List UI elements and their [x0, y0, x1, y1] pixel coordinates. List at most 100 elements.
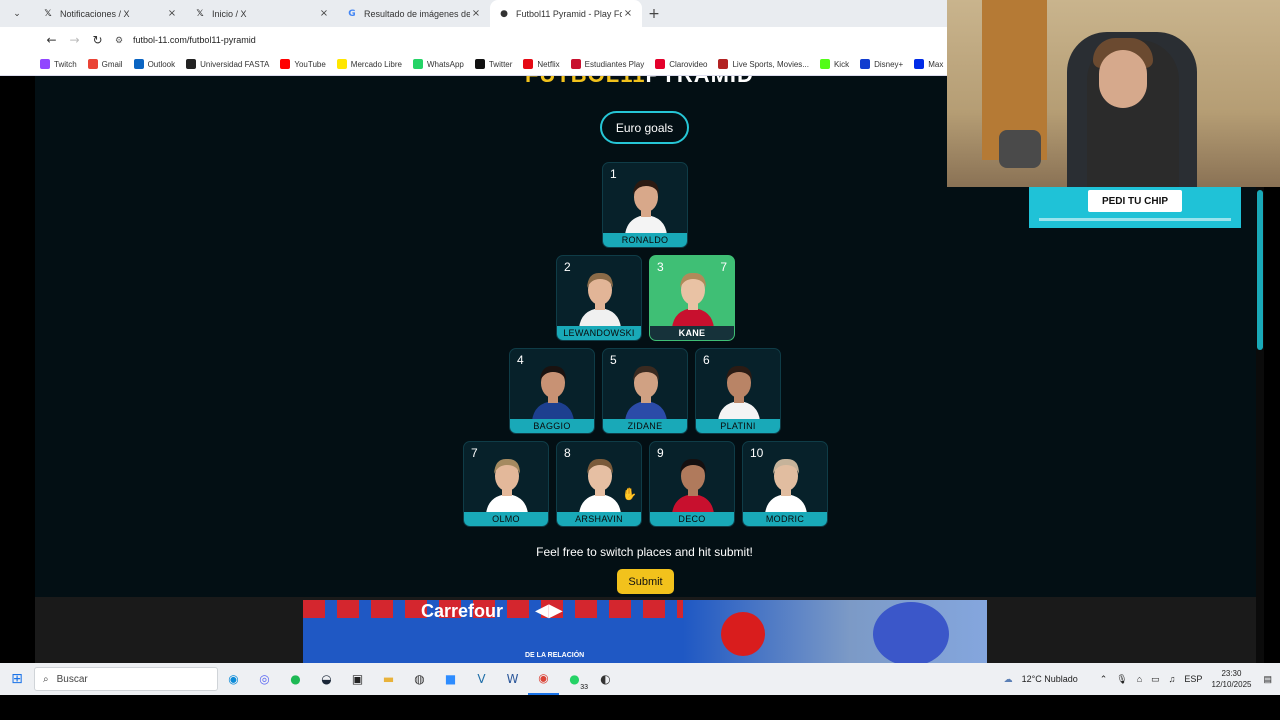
- player-card[interactable]: 9 DECO: [649, 441, 735, 527]
- bookmark-max[interactable]: Max: [914, 59, 943, 69]
- volume-icon[interactable]: ♫: [1169, 674, 1176, 684]
- tab-notificaciones[interactable]: 𝕏 Notificaciones / X ×: [34, 0, 186, 27]
- bookmark-kick[interactable]: Kick: [819, 59, 849, 69]
- bookmark-estudiantes-play[interactable]: Estudiantes Play: [570, 59, 645, 69]
- whatsapp-badge: 33: [580, 684, 588, 691]
- bookmark-youtube[interactable]: YouTube: [280, 59, 326, 69]
- card-player-name: RONALDO: [603, 233, 687, 247]
- tab-title: Futbol11 Pyramid - Play Footba: [516, 8, 622, 19]
- forward-arrow-icon[interactable]: →: [63, 33, 86, 47]
- tab-inicio[interactable]: 𝕏 Inicio / X ×: [186, 0, 338, 27]
- chevron-up-icon[interactable]: ⌃: [1100, 674, 1108, 685]
- weather-icon[interactable]: ☁: [1004, 674, 1013, 685]
- bookmark-label: Live Sports, Movies...: [732, 59, 809, 69]
- card-player-name: DECO: [650, 512, 734, 526]
- bookmark-label: Disney+: [874, 59, 904, 69]
- windows-start-icon[interactable]: ⊞: [0, 671, 34, 687]
- bookmark-label: Universidad FASTA: [200, 59, 270, 69]
- bookmark-netflix[interactable]: Netflix: [523, 59, 560, 69]
- estudiantes-icon: [570, 59, 581, 69]
- bookmark-label: Estudiantes Play: [584, 59, 645, 69]
- microphone-tray-icon[interactable]: 🎙: [1116, 674, 1127, 685]
- clock[interactable]: 23:30 12/10/2025: [1211, 668, 1251, 690]
- kick-icon: [819, 59, 830, 69]
- bookmark-label: WhatsApp: [426, 59, 464, 69]
- x-logo-icon: 𝕏: [196, 8, 204, 19]
- bookmark-twitter[interactable]: Twitter: [474, 59, 513, 69]
- player-card[interactable]: 7 OLMO: [463, 441, 549, 527]
- zoom-icon[interactable]: ■: [435, 663, 466, 695]
- bookmark-live-sports[interactable]: Live Sports, Movies...: [718, 59, 809, 69]
- word-icon[interactable]: W: [497, 663, 528, 695]
- bookmark-whatsapp[interactable]: WhatsApp: [412, 59, 464, 69]
- network-icon[interactable]: ⌂: [1137, 674, 1142, 684]
- tab-title: Resultado de imágenes de Goo: [364, 8, 470, 19]
- taskbar-search-box[interactable]: ⌕ Buscar: [34, 667, 218, 691]
- tab-google-images[interactable]: G Resultado de imágenes de Goo ×: [338, 0, 490, 27]
- scrollbar-thumb[interactable]: [1257, 190, 1263, 350]
- bookmark-clarovideo[interactable]: Clarovideo: [655, 59, 707, 69]
- tab-futbol11-pyramid[interactable]: ● Futbol11 Pyramid - Play Footba ×: [490, 0, 642, 27]
- epic-games-icon[interactable]: ▣: [342, 663, 373, 695]
- outlook-icon: [133, 59, 144, 69]
- close-tab-icon[interactable]: ×: [166, 8, 178, 19]
- netflix-icon: [523, 59, 534, 69]
- reload-icon[interactable]: ↻: [86, 33, 109, 47]
- carrefour-ad[interactable]: Carrefour ◀▶ DE LA RELACIÓN: [303, 600, 987, 663]
- close-tab-icon[interactable]: ×: [318, 8, 330, 19]
- notifications-icon[interactable]: ▤: [1263, 674, 1272, 685]
- display-icon[interactable]: ▭: [1151, 674, 1160, 685]
- bookmark-twitch[interactable]: Twitch: [40, 59, 77, 69]
- edge-icon[interactable]: ◉: [218, 663, 249, 695]
- tab-search-chevron-icon[interactable]: ⌄: [0, 0, 34, 27]
- player-card[interactable]: 1 RONALDO: [602, 162, 688, 248]
- chrome-icon[interactable]: ◉: [528, 663, 559, 695]
- weather-text[interactable]: 12°C Nublado: [1022, 674, 1078, 684]
- app-icon[interactable]: ◐: [590, 663, 621, 695]
- new-tab-plus-icon[interactable]: +: [642, 6, 666, 22]
- player-photo: [718, 365, 760, 421]
- site-info-icon[interactable]: ⚙: [115, 35, 133, 46]
- submit-button[interactable]: Submit: [617, 569, 674, 594]
- futbol11-icon: ●: [500, 8, 508, 19]
- bookmark-outlook[interactable]: Outlook: [133, 59, 175, 69]
- player-photo: [532, 365, 574, 421]
- player-photo: [765, 458, 807, 514]
- vegas-icon[interactable]: V: [466, 663, 497, 695]
- discord-icon[interactable]: ◎: [249, 663, 280, 695]
- chip-button[interactable]: PEDI TU CHIP: [1088, 190, 1182, 212]
- obs-icon[interactable]: ◍: [404, 663, 435, 695]
- back-arrow-icon[interactable]: ←: [40, 33, 63, 47]
- bookmark-gmail[interactable]: Gmail: [87, 59, 123, 69]
- whatsapp-taskbar-icon[interactable]: ● 33: [559, 663, 590, 695]
- language-indicator[interactable]: ESP: [1184, 674, 1202, 684]
- bookmark-disney[interactable]: Disney+: [860, 59, 903, 69]
- player-card[interactable]: 4 BAGGIO: [509, 348, 595, 434]
- address-bar[interactable]: ⚙ futbol-11.com/futbol11-pyramid: [115, 30, 948, 50]
- spotify-icon[interactable]: ●: [280, 663, 311, 695]
- bookmark-universidad-fasta[interactable]: Universidad FASTA: [186, 59, 269, 69]
- close-tab-icon[interactable]: ×: [622, 8, 634, 19]
- file-explorer-icon[interactable]: ▬: [373, 663, 404, 695]
- bookmark-label: Clarovideo: [669, 59, 708, 69]
- card-player-name: MODRIC: [743, 512, 827, 526]
- player-card[interactable]: 10 MODRIC: [742, 441, 828, 527]
- player-card[interactable]: 2 LEWANDOWSKI: [556, 255, 642, 341]
- player-card[interactable]: 8 ARSHAVIN: [556, 441, 642, 527]
- card-player-name: KANE: [650, 326, 734, 340]
- steam-icon[interactable]: ◒: [311, 663, 342, 695]
- clarovideo-icon: [655, 59, 666, 69]
- google-icon: G: [348, 8, 356, 19]
- bookmark-label: Twitter: [488, 59, 513, 69]
- streamer-face: [1099, 50, 1147, 108]
- x-logo-icon: [474, 59, 485, 69]
- player-card[interactable]: 3 7 KANE: [649, 255, 735, 341]
- player-card[interactable]: 5 ZIDANE: [602, 348, 688, 434]
- bookmarks-bar: Twitch Gmail Outlook Universidad FASTA Y…: [0, 53, 948, 76]
- close-tab-icon[interactable]: ×: [470, 8, 482, 19]
- bookmark-label: Mercado Libre: [350, 59, 402, 69]
- bookmark-mercado-libre[interactable]: Mercado Libre: [336, 59, 402, 69]
- site-logo[interactable]: FUTBOL11PYRAMID: [525, 76, 754, 88]
- player-card[interactable]: 6 PLATINI: [695, 348, 781, 434]
- chip-promo-banner: PEDI TU CHIP: [1029, 187, 1241, 228]
